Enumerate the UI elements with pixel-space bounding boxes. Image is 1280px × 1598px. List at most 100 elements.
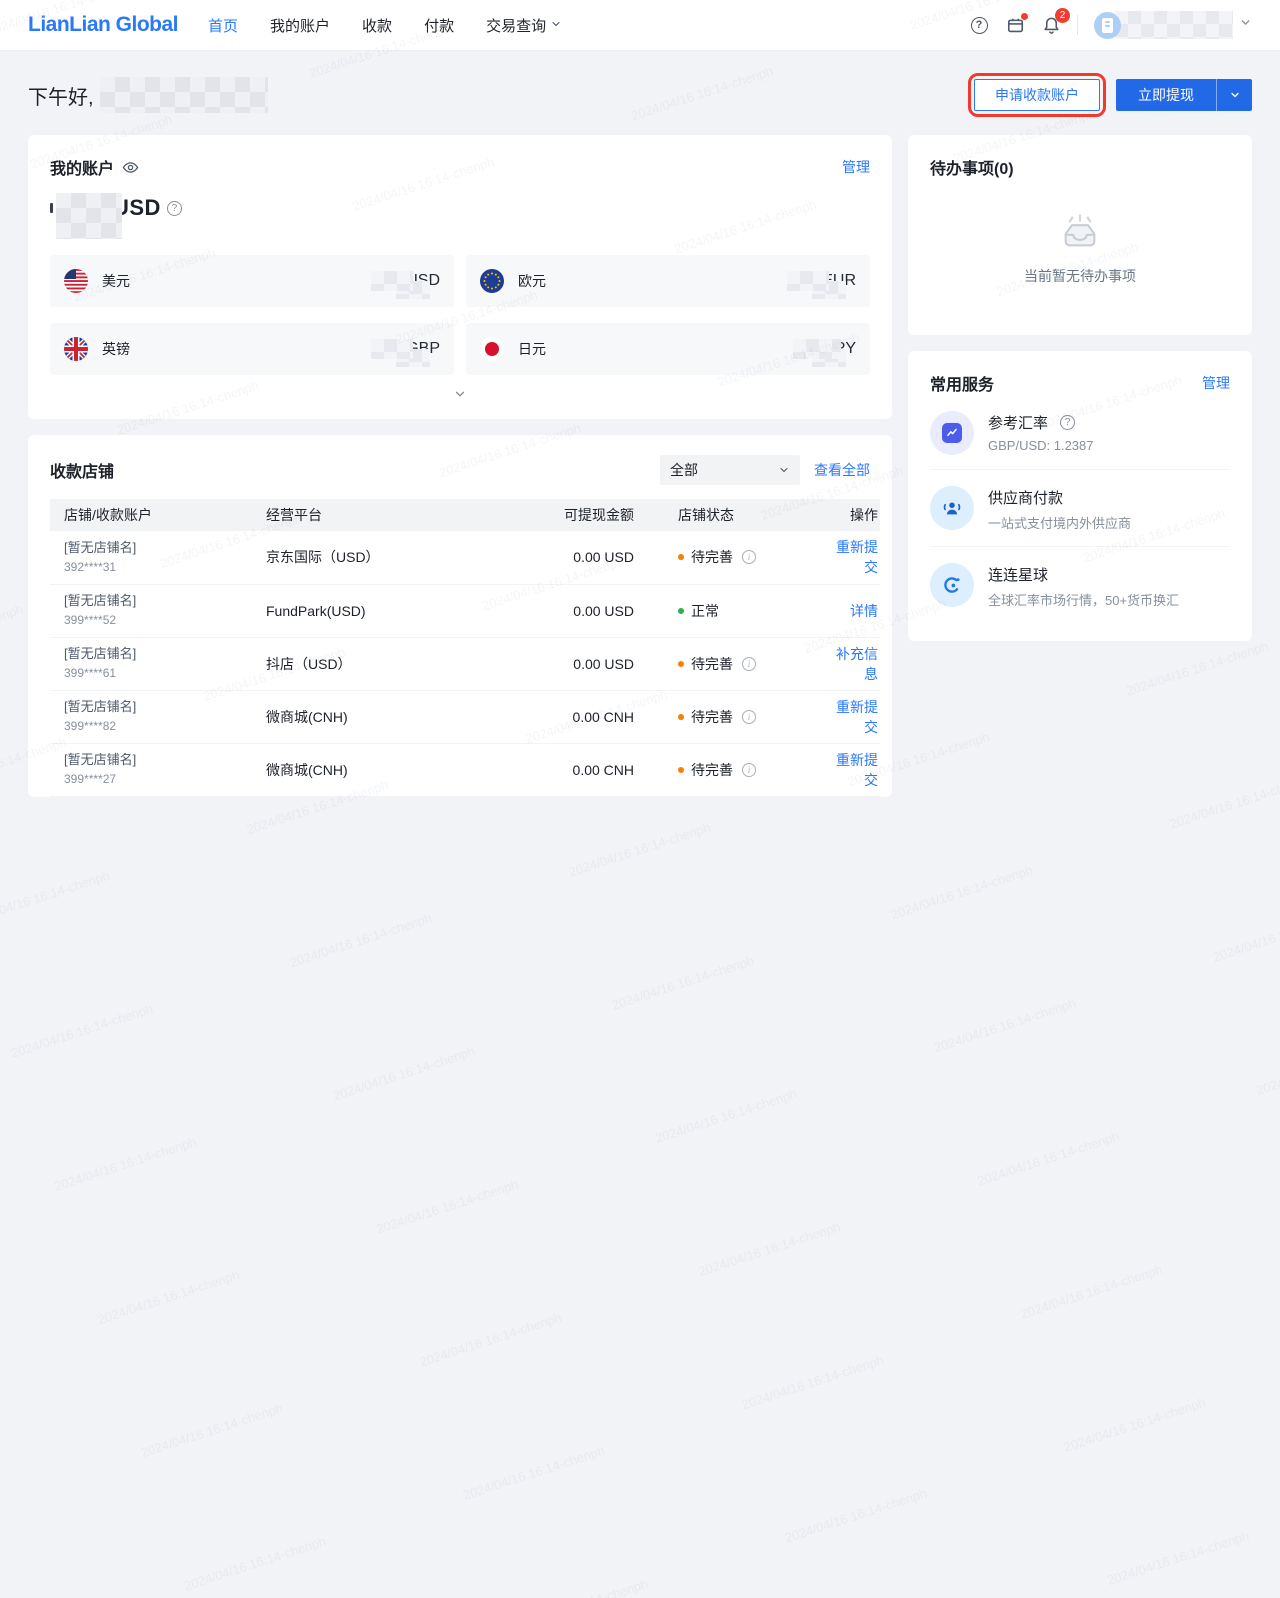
total-amount-blurred [56,193,122,239]
nav-item-home[interactable]: 首页 [208,15,238,36]
shop-amount: 0.00 CNH [472,690,634,743]
red-annotation-box: 申请收款账户 [968,73,1106,117]
bell-icon[interactable]: 2 [1041,15,1061,35]
exchange-rate-icon [930,411,974,455]
nav-item-receive[interactable]: 收款 [362,15,392,36]
chevron-down-icon [1239,16,1252,34]
row-action-link[interactable]: 重新提交 [836,539,878,575]
eye-icon[interactable] [122,159,139,176]
help-circle-icon[interactable] [167,201,182,216]
col-amount: 可提现金额 [472,499,634,531]
chevron-down-icon [550,17,562,34]
status-dot [678,661,684,667]
todo-card: 待办事项(0) 当前暂无待办事项 [908,135,1252,335]
currency-name: 欧元 [518,271,546,291]
expand-currencies-button[interactable] [50,383,870,405]
row-action-link[interactable]: 重新提交 [836,699,878,735]
table-row: [暂无店铺名]399****52 FundPark(USD) 0.00 USD … [50,584,880,637]
lianlian-planet-icon [930,563,974,607]
services-title: 常用服务 [930,371,994,395]
shop-amount: 0.00 USD [472,584,634,637]
account-manage-link[interactable]: 管理 [842,159,870,175]
status-dot [678,554,684,560]
status-text: 待完善 [691,760,733,780]
service-subtitle: 一站式支付境内外供应商 [988,513,1131,532]
supplier-payment-icon [930,486,974,530]
chevron-down-icon [778,464,790,476]
table-row: [暂无店铺名]399****27 微商城(CNH) 0.00 CNH 待完善 重… [50,743,880,796]
withdraw-dropdown-button[interactable] [1216,79,1252,111]
uk-flag-icon [64,337,88,361]
status-dot [678,714,684,720]
table-header-row: 店铺/收款账户 经营平台 可提现金额 店铺状态 操作 [50,499,880,531]
shop-account: 399****61 [64,665,251,682]
currency-name: 英镑 [102,339,130,359]
us-flag-icon [64,269,88,293]
help-icon[interactable] [969,15,989,35]
currency-name: 日元 [518,339,546,359]
shop-name: [暂无店铺名] [64,698,251,716]
shop-amount: 0.00 USD [472,637,634,690]
lianlian-global-logo: LianLian Global [28,13,178,37]
status-text: 待完善 [691,547,733,567]
info-circle-icon[interactable] [742,710,756,724]
japan-flag-icon [480,337,504,361]
shop-account: 399****27 [64,771,251,788]
table-row: [暂无店铺名]392****31 京东国际（USD） 0.00 USD 待完善 … [50,531,880,584]
shop-name: [暂无店铺名] [64,751,251,769]
row-action-link[interactable]: 详情 [850,603,878,619]
main-nav: 首页 我的账户 收款 付款 交易查询 [208,15,562,36]
status-text: 正常 [691,601,719,621]
row-action-link[interactable]: 补充信息 [836,646,878,682]
shop-platform: 微商城(CNH) [252,743,472,796]
top-navbar: LianLian Global 首页 我的账户 收款 付款 交易查询 2 [0,0,1280,51]
shop-account: 399****52 [64,612,251,629]
help-circle-icon[interactable] [1060,415,1075,430]
row-action-link[interactable]: 重新提交 [836,752,878,788]
currency-tile-jpy[interactable]: 日元 JPY [466,323,870,375]
col-status: 店铺状态 [634,499,818,531]
currency-tile-gbp[interactable]: 英镑 GBP [50,323,454,375]
service-title: 连连星球 [988,564,1048,585]
greeting-name-blurred [100,77,268,113]
shop-account: 399****82 [64,718,251,735]
empty-inbox-icon [1057,209,1103,256]
shop-platform: FundPark(USD) [252,584,472,637]
shops-filter-select[interactable]: 全部 [660,455,800,485]
status-dot [678,608,684,614]
info-circle-icon[interactable] [742,763,756,777]
service-subtitle: GBP/USD: 1.2387 [988,438,1094,453]
service-item-lianlian-planet[interactable]: 连连星球 全球汇率市场行情，50+货币换汇 [930,546,1230,623]
service-item-exchange-rate[interactable]: 参考汇率 GBP/USD: 1.2387 [930,395,1230,469]
view-all-link[interactable]: 查看全部 [814,460,870,480]
status-text: 待完善 [691,707,733,727]
user-menu[interactable] [1094,11,1252,39]
nav-item-my-account[interactable]: 我的账户 [270,15,330,36]
service-title: 供应商付款 [988,487,1063,508]
amount-blurred [371,339,413,359]
shop-platform: 京东国际（USD） [252,531,472,584]
col-platform: 经营平台 [252,499,472,531]
currency-tile-eur[interactable]: 欧元 EUR [466,255,870,307]
apply-receiving-account-button[interactable]: 申请收款账户 [974,79,1100,111]
currency-tile-usd[interactable]: 美元 USD [50,255,454,307]
shops-title: 收款店铺 [50,458,114,482]
col-shop-account: 店铺/收款账户 [50,499,252,531]
shops-filter-value: 全部 [670,460,698,480]
services-manage-link[interactable]: 管理 [1202,375,1230,391]
withdraw-split-button: 立即提现 [1116,79,1252,111]
nav-item-transactions[interactable]: 交易查询 [486,15,562,36]
info-circle-icon[interactable] [742,657,756,671]
table-row: [暂无店铺名]399****82 微商城(CNH) 0.00 CNH 待完善 重… [50,690,880,743]
shop-name: [暂无店铺名] [64,539,251,557]
announcement-board-icon[interactable] [1005,15,1025,35]
my-account-title: 我的账户 [50,155,114,179]
common-services-card: 常用服务 管理 参考汇率 GBP/USD: 1.2387 [908,351,1252,641]
receiving-shops-card: 收款店铺 全部 查看全部 店铺/收款账户 经营平台 [28,435,892,797]
withdraw-now-button[interactable]: 立即提现 [1116,79,1216,111]
service-item-supplier-payment[interactable]: 供应商付款 一站式支付境内外供应商 [930,469,1230,546]
shop-platform: 抖店（USD） [252,637,472,690]
info-circle-icon[interactable] [742,550,756,564]
nav-item-pay[interactable]: 付款 [424,15,454,36]
currency-name: 美元 [102,271,130,291]
